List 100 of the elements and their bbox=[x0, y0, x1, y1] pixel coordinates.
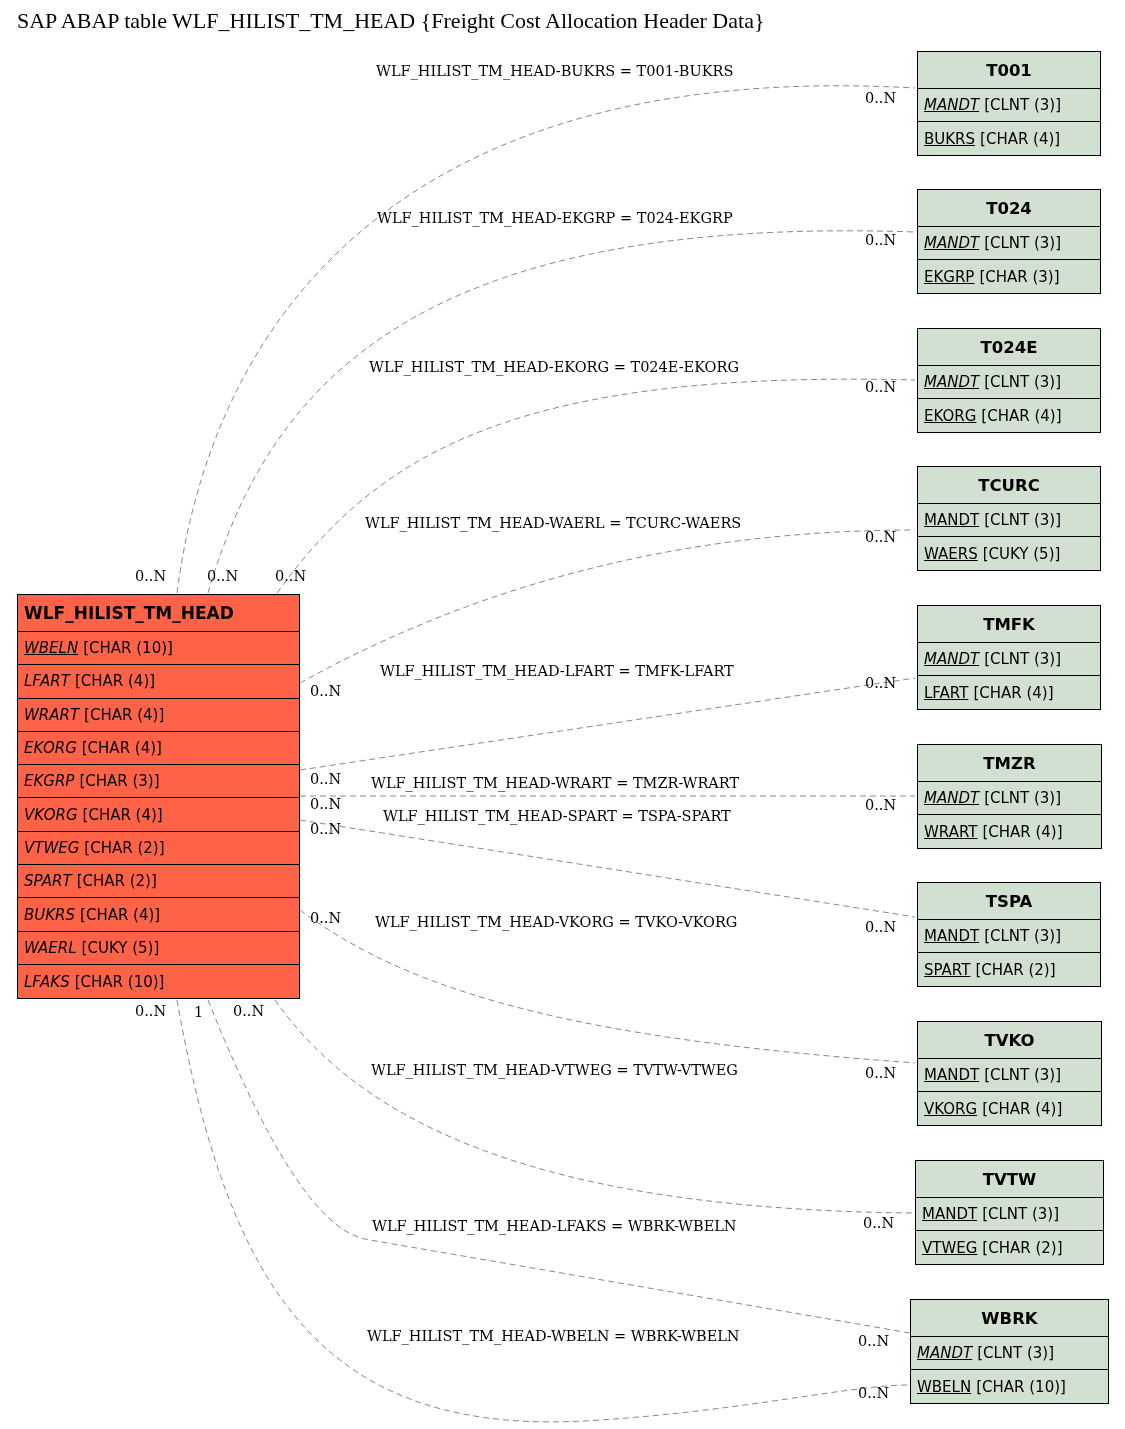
cardinality-label: 0..N bbox=[865, 89, 897, 108]
field-type: [CUKY (5)] bbox=[982, 544, 1061, 563]
field-name: EKGRP bbox=[924, 267, 975, 286]
field-name: VTWEG bbox=[922, 1238, 978, 1257]
field-type: [CHAR (10)] bbox=[83, 639, 173, 658]
relation-label: WLF_HILIST_TM_HEAD-EKORG = T024E-EKORG bbox=[369, 358, 739, 377]
table-header: TVKO bbox=[918, 1022, 1101, 1059]
field-name: BUKRS bbox=[924, 129, 976, 148]
field-type: [CHAR (2)] bbox=[84, 838, 165, 857]
field-name: VKORG bbox=[24, 805, 78, 824]
cardinality-label: 0..N bbox=[207, 567, 239, 586]
field-type: [CLNT (3)] bbox=[984, 234, 1062, 252]
table-header: WLF_HILIST_TM_HEAD bbox=[18, 595, 299, 632]
field-name: MANDT bbox=[917, 1344, 973, 1362]
field-type: [CHAR (2)] bbox=[76, 872, 157, 891]
field-name: WAERS bbox=[924, 544, 978, 563]
relation-label: WLF_HILIST_TM_HEAD-BUKRS = T001-BUKRS bbox=[376, 62, 734, 81]
table-header: T001 bbox=[918, 52, 1100, 89]
cardinality-label: 0..N bbox=[135, 1002, 167, 1021]
cardinality-label: 0..N bbox=[865, 674, 897, 693]
field-type: [CLNT (3)] bbox=[984, 927, 1062, 945]
cardinality-label: 0..N bbox=[310, 770, 342, 789]
relation-label: WLF_HILIST_TM_HEAD-WRART = TMZR-WRART bbox=[371, 774, 740, 793]
table-header: TVTW bbox=[916, 1161, 1103, 1198]
table-header: TMZR bbox=[918, 745, 1101, 782]
field-type: [CHAR (10)] bbox=[976, 1377, 1066, 1396]
cardinality-label: 0..N bbox=[865, 528, 897, 547]
relation-label: WLF_HILIST_TM_HEAD-LFART = TMFK-LFART bbox=[380, 662, 734, 681]
field-type: [CLNT (3)] bbox=[977, 1344, 1055, 1362]
cardinality-label: 0..N bbox=[865, 796, 897, 815]
field-type: [CHAR (4)] bbox=[982, 1099, 1063, 1118]
field-name: BUKRS bbox=[24, 905, 76, 924]
cardinality-label: 0..N bbox=[858, 1384, 890, 1403]
field-type: [CHAR (4)] bbox=[82, 805, 163, 824]
field-name: MANDT bbox=[924, 234, 980, 252]
field-type: [CHAR (4)] bbox=[81, 739, 162, 758]
field-type: [CHAR (4)] bbox=[973, 683, 1054, 702]
field-type: [CHAR (2)] bbox=[975, 960, 1056, 979]
field-type: [CLNT (3)] bbox=[984, 373, 1062, 391]
field-type: [CLNT (3)] bbox=[984, 1066, 1062, 1084]
field-type: [CHAR (4)] bbox=[84, 705, 165, 724]
diagram-title: SAP ABAP table WLF_HILIST_TM_HEAD {Freight Cost Allocation Header Data} bbox=[17, 8, 765, 34]
field-type: [CLNT (3)] bbox=[984, 650, 1062, 668]
relation-label: WLF_HILIST_TM_HEAD-VKORG = TVKO-VKORG bbox=[375, 913, 738, 932]
field-name: MANDT bbox=[924, 1066, 980, 1084]
cardinality-label: 0..N bbox=[865, 918, 897, 937]
field-name: WAERL bbox=[24, 938, 77, 957]
field-name: MANDT bbox=[924, 373, 980, 391]
relation-label: WLF_HILIST_TM_HEAD-SPART = TSPA-SPART bbox=[383, 807, 731, 826]
field-type: [CLNT (3)] bbox=[984, 511, 1062, 529]
field-name: VKORG bbox=[924, 1099, 978, 1118]
field-type: [CHAR (4)] bbox=[980, 129, 1061, 148]
field-name: MANDT bbox=[922, 1205, 978, 1223]
relation-label: WLF_HILIST_TM_HEAD-WAERL = TCURC-WAERS bbox=[365, 514, 742, 533]
field-type: [CLNT (3)] bbox=[984, 789, 1062, 807]
cardinality-label: 0..N bbox=[865, 1064, 897, 1083]
field-name: WRART bbox=[924, 822, 978, 841]
field-name: WBELN bbox=[24, 639, 79, 658]
relation-label: WLF_HILIST_TM_HEAD-LFAKS = WBRK-WBELN bbox=[372, 1217, 737, 1236]
field-name: LFART bbox=[24, 672, 70, 691]
cardinality-label: 0..N bbox=[310, 909, 342, 928]
field-name: SPART bbox=[924, 960, 971, 979]
field-name: VTWEG bbox=[24, 838, 80, 857]
relation-label: WLF_HILIST_TM_HEAD-EKGRP = T024-EKGRP bbox=[377, 209, 733, 228]
table-header: TMFK bbox=[918, 606, 1100, 643]
field-name: SPART bbox=[24, 872, 72, 891]
cardinality-label: 0..N bbox=[275, 567, 307, 586]
field-type: [CHAR (4)] bbox=[982, 822, 1063, 841]
field-type: [CHAR (4)] bbox=[74, 672, 156, 691]
cardinality-label: 0..N bbox=[310, 682, 342, 701]
field-type: [CLNT (3)] bbox=[982, 1205, 1060, 1223]
field-name: WRART bbox=[24, 705, 80, 724]
cardinality-label: 0..N bbox=[863, 1214, 895, 1233]
cardinality-label: 0..N bbox=[865, 231, 897, 250]
field-name: MANDT bbox=[924, 927, 980, 945]
cardinality-label: 0..N bbox=[865, 378, 897, 397]
table-header: T024E bbox=[918, 329, 1100, 366]
field-name: EKORG bbox=[924, 406, 977, 425]
field-name: MANDT bbox=[924, 650, 980, 668]
field-type: [CHAR (3)] bbox=[79, 772, 160, 791]
field-name: EKORG bbox=[24, 739, 77, 758]
field-type: [CHAR (4)] bbox=[80, 905, 161, 924]
cardinality-label: 0..N bbox=[310, 795, 342, 814]
table-header: T024 bbox=[918, 190, 1100, 227]
table-header: TSPA bbox=[918, 883, 1100, 920]
field-name: LFART bbox=[924, 683, 969, 702]
cardinality-label: 0..N bbox=[135, 567, 167, 586]
field-name: LFAKS bbox=[24, 972, 70, 991]
field-name: WBELN bbox=[917, 1377, 972, 1396]
field-type: [CHAR (10)] bbox=[74, 972, 165, 991]
cardinality-label: 0..N bbox=[310, 820, 342, 839]
table-header: WBRK bbox=[911, 1300, 1108, 1337]
field-name: MANDT bbox=[924, 511, 980, 529]
cardinality-label: 0..N bbox=[858, 1332, 890, 1351]
field-name: MANDT bbox=[924, 96, 980, 114]
field-type: [CHAR (3)] bbox=[979, 267, 1060, 286]
field-name: MANDT bbox=[924, 789, 980, 807]
field-type: [CUKY (5)] bbox=[81, 938, 160, 957]
relation-label: WLF_HILIST_TM_HEAD-WBELN = WBRK-WBELN bbox=[367, 1327, 740, 1346]
field-name: EKGRP bbox=[24, 772, 75, 791]
